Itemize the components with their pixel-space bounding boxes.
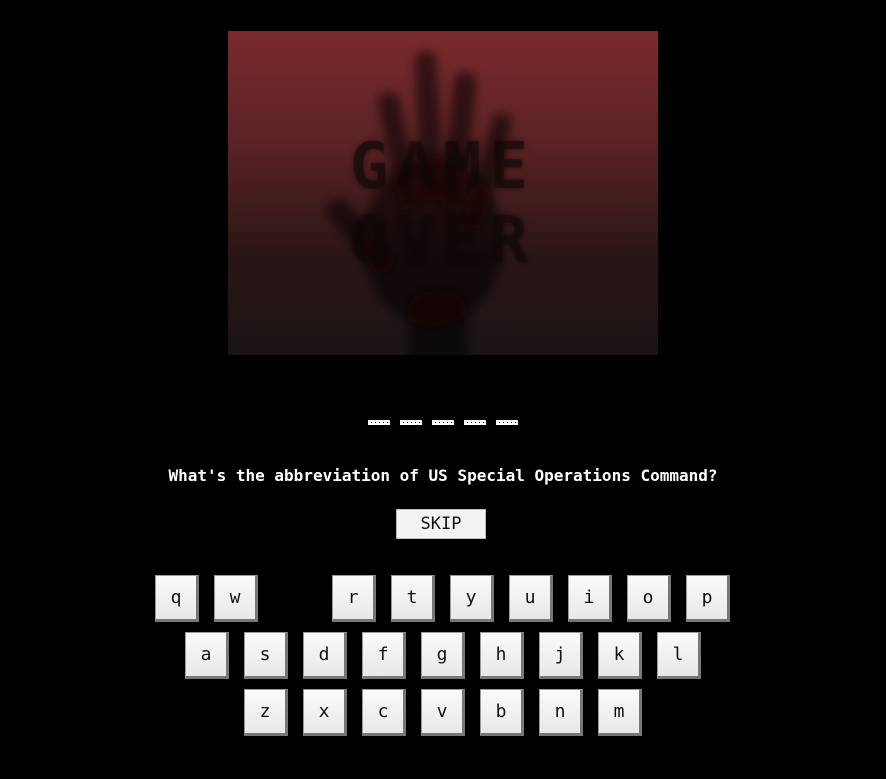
key-s[interactable]: s (244, 632, 288, 679)
key-z[interactable]: z (244, 689, 288, 736)
answer-blank (432, 420, 454, 425)
key-u[interactable]: u (509, 575, 553, 622)
key-r[interactable]: r (332, 575, 376, 622)
key-q[interactable]: q (155, 575, 199, 622)
game-over-image: GAME OVER (228, 31, 658, 355)
poster-text-game: GAME (349, 130, 537, 204)
key-b[interactable]: b (480, 689, 524, 736)
key-k[interactable]: k (598, 632, 642, 679)
key-t[interactable]: t (391, 575, 435, 622)
key-p[interactable]: p (686, 575, 730, 622)
key-c[interactable]: c (362, 689, 406, 736)
answer-blank (400, 420, 422, 425)
key-g[interactable]: g (421, 632, 465, 679)
poster-text-over: OVER (349, 204, 537, 278)
key-a[interactable]: a (185, 632, 229, 679)
key-v[interactable]: v (421, 689, 465, 736)
key-o[interactable]: o (627, 575, 671, 622)
key-h[interactable]: h (480, 632, 524, 679)
answer-blank (496, 420, 518, 425)
key-w[interactable]: w (214, 575, 258, 622)
key-j[interactable]: j (539, 632, 583, 679)
key-m[interactable]: m (598, 689, 642, 736)
key-l[interactable]: l (657, 632, 701, 679)
answer-blanks (0, 420, 886, 425)
question-text: What's the abbreviation of US Special Op… (168, 466, 718, 485)
key-d[interactable]: d (303, 632, 347, 679)
answer-blank (368, 420, 390, 425)
key-y[interactable]: y (450, 575, 494, 622)
key-n[interactable]: n (539, 689, 583, 736)
answer-blank (464, 420, 486, 425)
key-i[interactable]: i (568, 575, 612, 622)
key-x[interactable]: x (303, 689, 347, 736)
key-f[interactable]: f (362, 632, 406, 679)
skip-button[interactable]: SKIP (396, 509, 486, 539)
